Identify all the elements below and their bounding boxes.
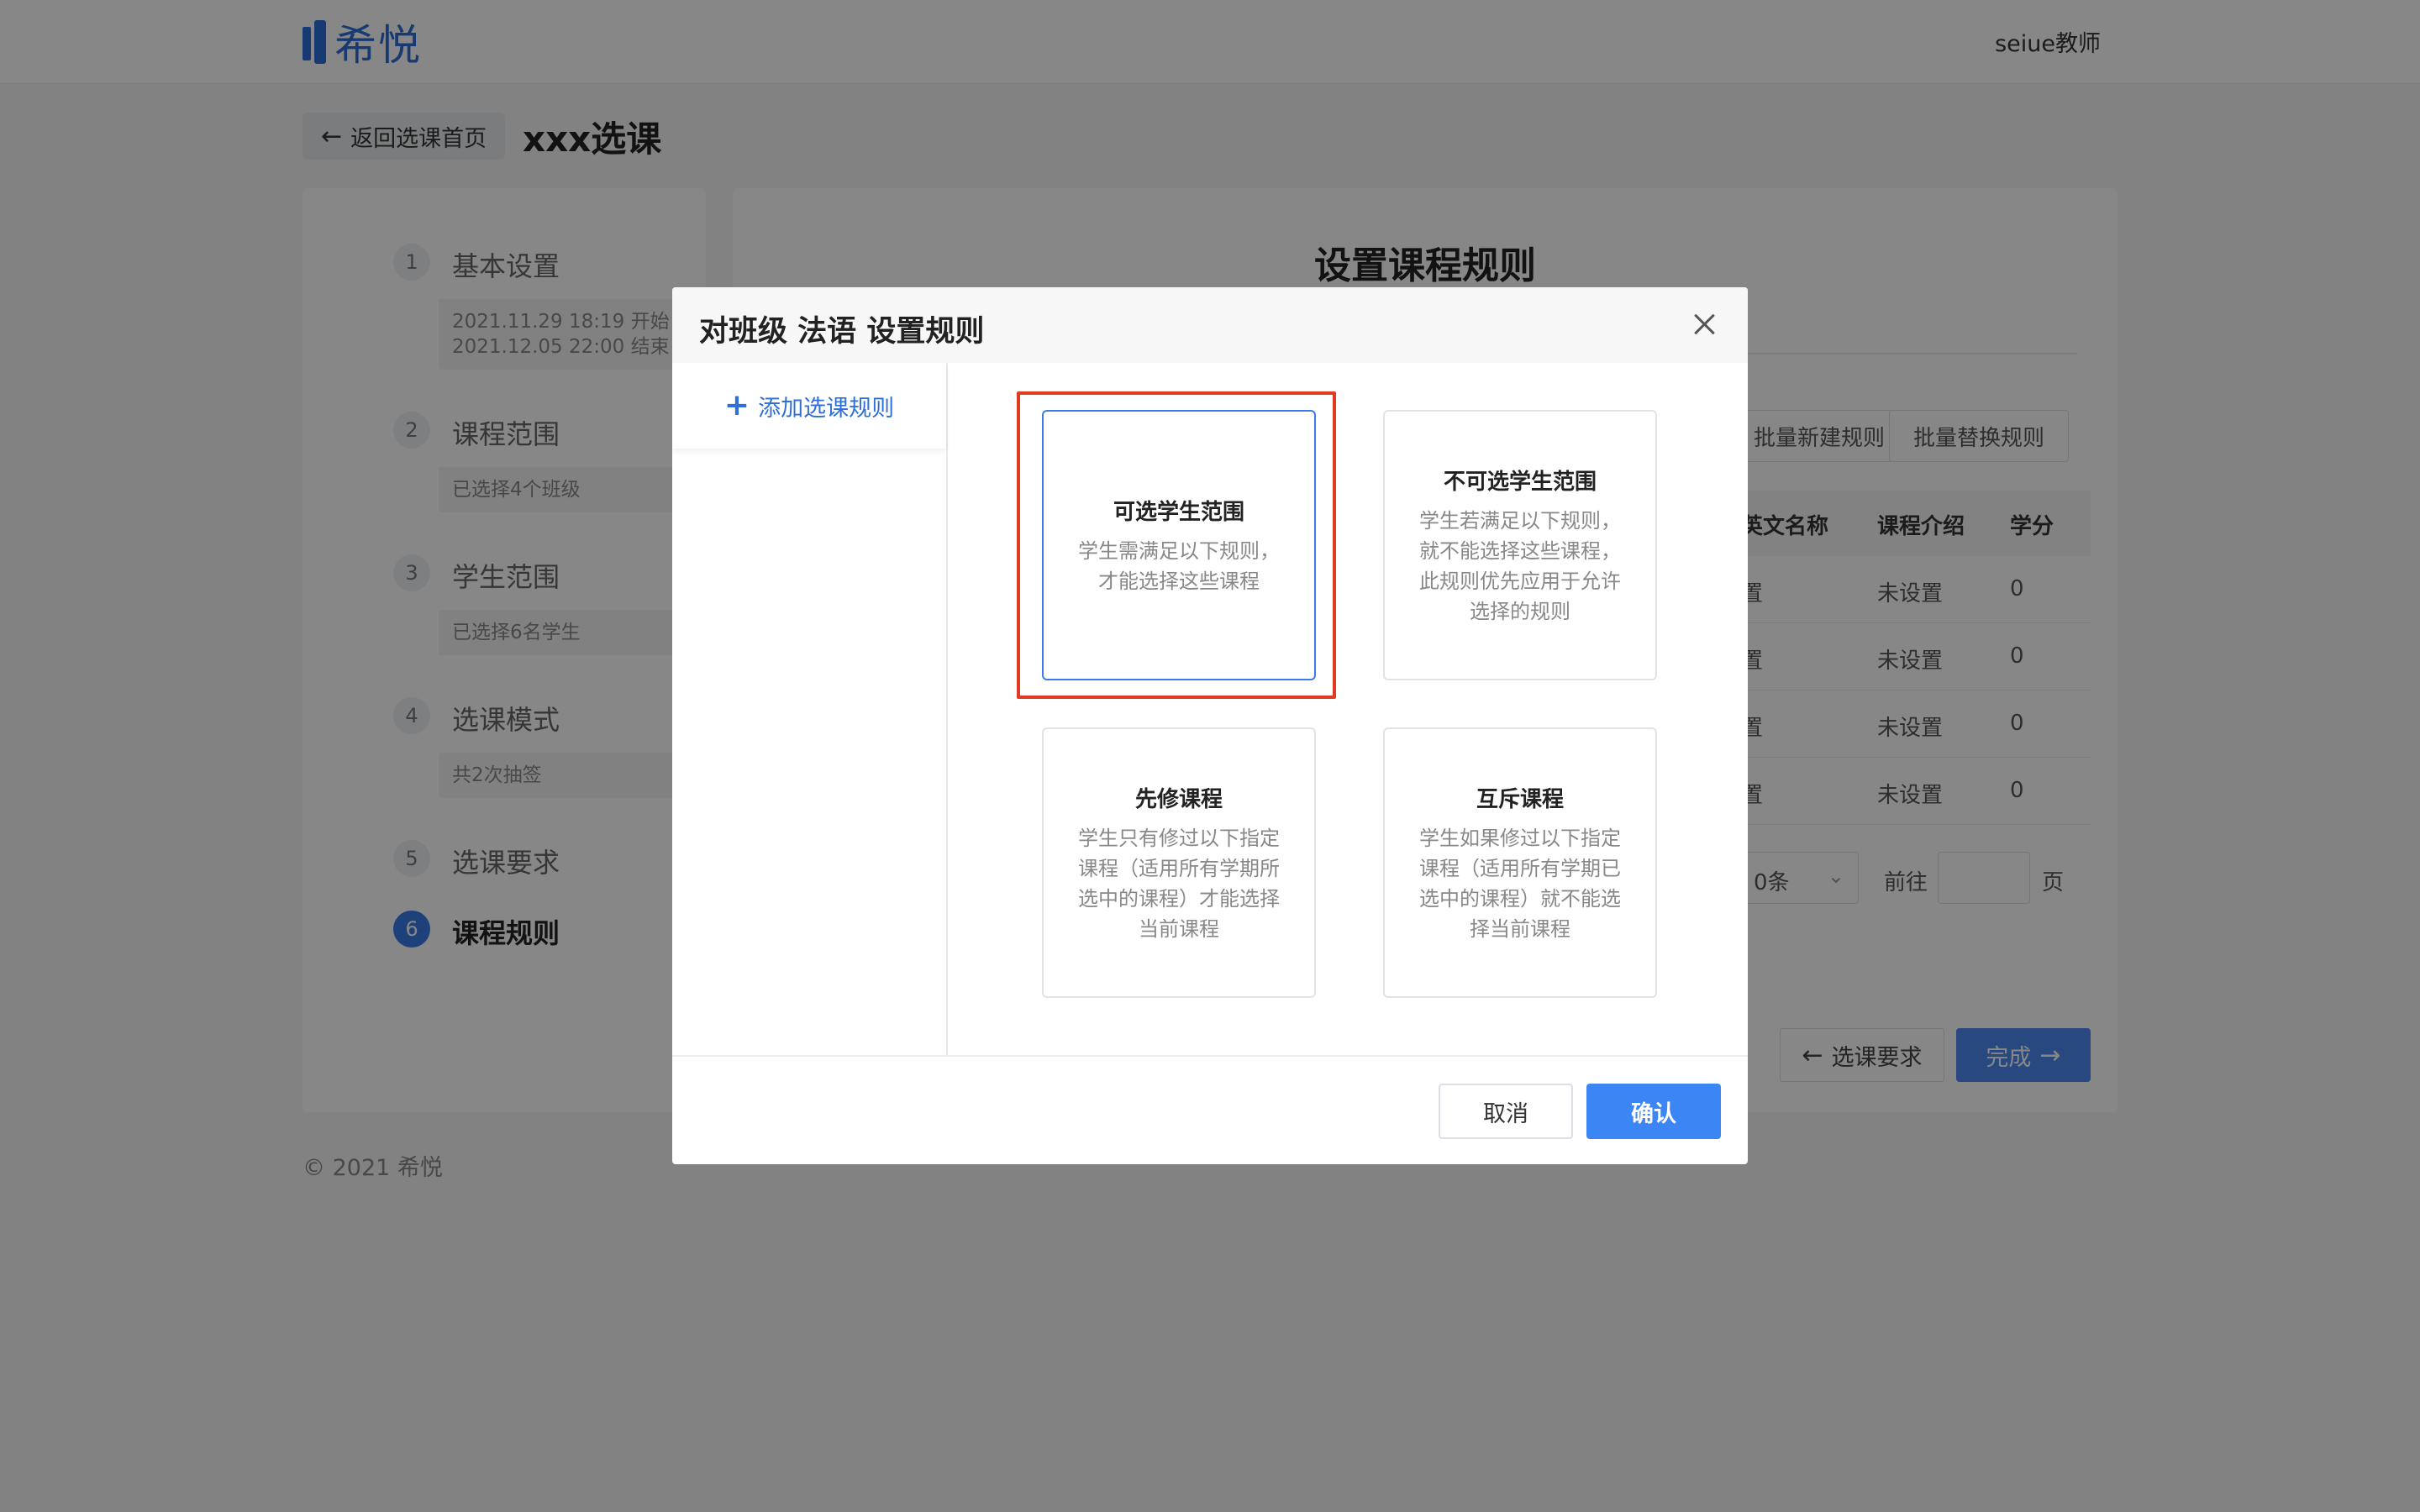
rule-option-title: 可选学生范围 xyxy=(1113,499,1244,525)
rule-option-desc: 学生需满足以下规则，才能选择这些课程 xyxy=(1078,538,1280,593)
plus-icon: + xyxy=(723,388,750,423)
rule-option-allowed-students[interactable]: 可选学生范围 学生需满足以下规则，才能选择这些课程 xyxy=(1042,410,1316,680)
add-rule-button[interactable]: + 添加选课规则 xyxy=(672,363,946,449)
rule-option-desc: 学生若满足以下规则，就不能选择这些课程，此规则优先应用于允许选择的规则 xyxy=(1419,508,1621,623)
rule-option-title: 先修课程 xyxy=(1134,786,1223,812)
rule-option-desc: 学生如果修过以下指定课程（适用所有学期已选中的课程）就不能选择当前课程 xyxy=(1419,826,1621,941)
cancel-button[interactable]: 取消 xyxy=(1439,1084,1573,1139)
divider xyxy=(672,1055,1748,1057)
dialog-sidebar: + 添加选课规则 xyxy=(672,363,948,1055)
set-rule-dialog: 对班级 法语 设置规则 + 添加选课规则 可选学生范围 学生需满足以下规则，才能… xyxy=(672,287,1748,1164)
rule-option-excluded-students[interactable]: 不可选学生范围 学生若满足以下规则，就不能选择这些课程，此规则优先应用于允许选择… xyxy=(1383,410,1657,680)
dialog-title: 对班级 法语 设置规则 xyxy=(699,315,985,349)
rule-option-desc: 学生只有修过以下指定课程（适用所有学期所选中的课程）才能选择当前课程 xyxy=(1078,826,1280,941)
add-rule-label: 添加选课规则 xyxy=(758,395,895,422)
confirm-button[interactable]: 确认 xyxy=(1586,1084,1721,1139)
dialog-header: 对班级 法语 设置规则 xyxy=(672,287,1748,363)
rule-option-prerequisite[interactable]: 先修课程 学生只有修过以下指定课程（适用所有学期所选中的课程）才能选择当前课程 xyxy=(1042,727,1316,998)
rule-option-mutually-exclusive[interactable]: 互斥课程 学生如果修过以下指定课程（适用所有学期已选中的课程）就不能选择当前课程 xyxy=(1383,727,1657,998)
rule-option-title: 互斥课程 xyxy=(1476,786,1564,812)
rule-option-title: 不可选学生范围 xyxy=(1443,469,1597,495)
close-icon[interactable] xyxy=(1689,309,1719,339)
